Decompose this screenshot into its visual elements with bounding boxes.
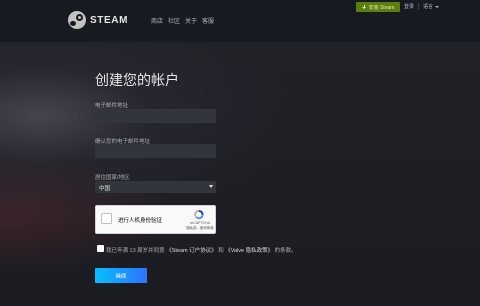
nav-community[interactable]: 社区 <box>168 16 180 25</box>
chevron-down-icon <box>209 185 213 188</box>
subscriber-agreement-link[interactable]: 《Steam 订户协议》 <box>166 248 216 254</box>
recaptcha-checkbox[interactable] <box>101 213 112 224</box>
agreement-text: 我已年满 13 周岁并同意 《Steam 订户协议》 和 《Valve 隐私政策… <box>106 246 297 254</box>
download-icon <box>361 4 367 10</box>
continue-button[interactable]: 继续 <box>95 268 147 283</box>
confirm-email-input[interactable] <box>95 144 216 158</box>
agreement-pre: 我已年满 13 周岁并同意 <box>106 248 165 254</box>
nav-support[interactable]: 客服 <box>202 16 214 25</box>
recaptcha-label: 进行人机身份验证 <box>118 218 163 224</box>
email-input[interactable] <box>95 109 216 123</box>
privacy-policy-link[interactable]: 《Valve 隐私政策》 <box>225 248 273 254</box>
recaptcha-links[interactable]: 隐私权 - 使用条款 <box>184 226 216 231</box>
nav-store[interactable]: 商店 <box>151 16 163 25</box>
page-title: 创建您的帐户 <box>95 72 179 88</box>
recaptcha-logo-icon <box>194 209 204 220</box>
language-label: 语言 <box>423 4 434 10</box>
agreement-checkbox[interactable] <box>97 245 104 252</box>
steam-logo[interactable]: STEAM <box>68 11 128 29</box>
background-art <box>0 42 480 306</box>
install-steam-button[interactable]: 安装 Steam <box>356 2 400 12</box>
page: STEAM 商店 社区 关于 客服 安装 Steam 登录 语言 创建您的帐户 … <box>0 0 480 306</box>
global-header: STEAM 商店 社区 关于 客服 安装 Steam 登录 语言 <box>0 0 480 42</box>
email-label: 电子邮件地址 <box>95 103 129 109</box>
language-dropdown[interactable]: 语言 <box>423 3 440 10</box>
caret-down-icon <box>435 5 440 8</box>
recaptcha-widget: 进行人机身份验证 reCAPTCHA 隐私权 - 使用条款 <box>95 205 216 234</box>
login-link[interactable]: 登录 <box>404 3 414 10</box>
steam-logo-icon <box>68 11 86 29</box>
logo-text: STEAM <box>90 14 128 26</box>
install-steam-label: 安装 Steam <box>368 4 395 11</box>
header-divider <box>418 3 419 10</box>
continue-label: 继续 <box>115 273 127 280</box>
agreement-post: 的条款。 <box>274 248 297 254</box>
country-label: 居住国家/地区 <box>95 175 130 181</box>
country-value: 中国 <box>99 186 111 192</box>
main-nav: 商店 社区 关于 客服 <box>151 16 214 25</box>
country-select[interactable]: 中国 <box>95 181 216 193</box>
agreement-mid: 和 <box>218 248 224 254</box>
nav-about[interactable]: 关于 <box>185 16 197 25</box>
recaptcha-brand: reCAPTCHA <box>190 221 210 225</box>
